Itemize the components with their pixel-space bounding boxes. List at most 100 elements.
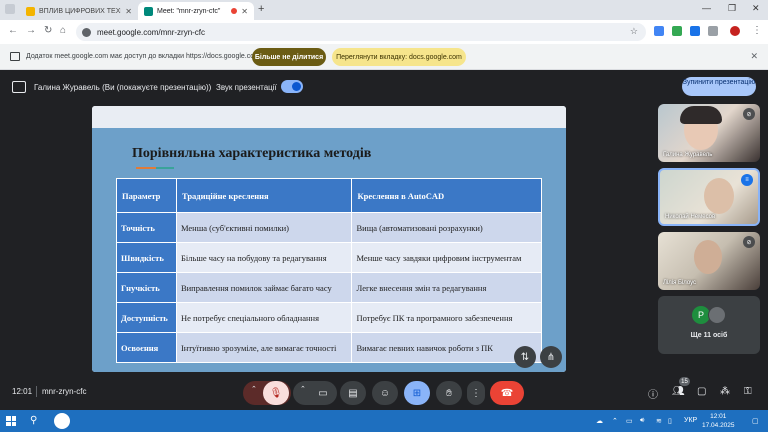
leave-call-button[interactable]: ☎︎ [490,381,524,405]
camera-icon: ▭ [318,387,328,399]
participant-tile[interactable]: ≡ Николай Немесов [658,168,760,226]
slides-icon [26,6,35,16]
translate-icon[interactable] [654,26,664,36]
table-header-row: Параметр Традиційне креслення Креслення … [116,178,542,213]
back-icon[interactable]: ← [8,25,18,36]
close-tab-icon[interactable]: ✕ [125,7,132,16]
tab-list-icon[interactable] [5,4,15,14]
network-icon[interactable]: ▭ [626,417,633,425]
table-row: Швидкість Більше часу на побудову та ред… [116,242,542,273]
video-options-chevron-icon[interactable]: ⌃ [300,385,306,393]
mic-toggle-button[interactable]: 🎙︎ [263,381,289,405]
audio-options-chevron-icon[interactable]: ⌃ [251,385,257,393]
chrome-icon[interactable] [54,413,70,429]
volume-icon[interactable]: 🔊︎ [640,417,644,425]
table-cell: Менше часу завдяки цифровим інструментам [351,242,542,273]
address-bar[interactable]: meet.google.com/mnr-zryn-cfc ☆ [76,23,646,41]
present-button[interactable]: ⊞ [404,381,430,405]
minimize-button[interactable]: — [702,3,711,13]
present-screen-icon [12,81,26,93]
cloud-icon[interactable]: ☁ [596,417,603,425]
more-participants-label: Ще 11 осіб [690,332,728,339]
share-tab-icon [10,52,20,61]
meet-icon [144,6,153,16]
participant-avatar [708,306,726,324]
close-tab-icon[interactable]: ✕ [241,7,248,16]
captions-icon: ▤ [348,387,358,399]
home-icon[interactable]: ⌂ [60,25,66,36]
stop-presenting-button[interactable]: Зупинити презентацію [682,77,756,96]
restore-button[interactable]: ❐ [728,3,736,14]
taskbar-clock[interactable]: 12:01 17.04.2025 [702,412,735,430]
meeting-info-icon[interactable]: ⓘ [648,386,658,401]
table-row: Освоєння Інтуїтивно зрозуміле, але вимаг… [116,332,542,363]
menu-dots-icon[interactable]: ⋮ [752,25,762,36]
notifications-icon[interactable]: ▢ [752,417,759,425]
bookmark-star-icon[interactable]: ☆ [630,26,638,37]
share-icon[interactable]: ⋔ [540,346,562,368]
tab-vplyv[interactable]: ВПЛИВ ЦИФРОВИХ ТЕХНОЛ ✕ [20,2,138,20]
hang-up-icon: ☎︎ [500,387,514,399]
stop-sharing-button[interactable]: Більше не ділитися [252,48,326,66]
host-controls-icon[interactable]: ⚿ [744,386,752,397]
table-row: Точність Менша (суб'єктивні помилки) Вищ… [116,212,542,243]
participant-video [694,240,722,274]
divider [36,386,37,397]
more-vert-icon: ⋮ [471,387,481,399]
shared-slide: Порівняльна характеристика методів Парам… [92,106,566,372]
table-cell: Вища (автоматизовані розрахунки) [351,212,542,243]
participant-tile[interactable]: ⊘ Лілія Білоус [658,232,760,290]
tab-title: Meet: "mnr-zryn-cfc" [157,7,221,15]
close-infobar-icon[interactable]: ✕ [750,51,758,62]
title-underline [156,167,174,169]
more-participants-tile[interactable]: P Ще 11 осіб [658,296,760,354]
table-cell: Гнучкість [116,272,177,303]
camera-toggle-button[interactable]: ▭ [311,381,335,405]
captions-button[interactable]: ▤ [340,381,366,405]
presentation-sound-label: Звук презентації [216,83,277,92]
profile-avatar[interactable] [730,26,740,36]
participant-tile[interactable]: ⊘ Галина Журавель [658,104,760,162]
present-screen-icon: ⊞ [412,387,422,399]
people-icon[interactable]: 👥︎ [672,386,685,397]
taskbar-date: 17.04.2025 [702,422,735,429]
emoji-button[interactable]: ☺ [372,381,398,405]
meeting-clock: 12:01 [12,387,33,396]
tab-meet[interactable]: Meet: "mnr-zryn-cfc" ✕ [138,2,254,20]
meet-control-bar: 12:01 mnr-zryn-cfc ⌃ 🎙︎ ⌃ ▭ ▤ ☺ ⊞ ✋︎ ⋮ ☎… [0,376,768,410]
close-window-button[interactable]: ✕ [752,3,760,14]
activities-icon[interactable]: ⁂ [720,386,730,397]
extension-icon[interactable] [690,26,700,36]
unpin-icon[interactable]: ⇅ [514,346,536,368]
tray-chevron-icon[interactable]: ⌃ [612,417,618,425]
participant-name: Галина Журавель [663,152,713,158]
table-row: Гнучкість Виправлення помилок займає баг… [116,272,542,303]
search-icon[interactable]: ⚲ [30,415,37,426]
table-cell: Освоєння [116,332,177,363]
more-options-button[interactable]: ⋮ [467,381,485,405]
table-row: Доступність Не потребує спеціального обл… [116,302,542,333]
forward-icon[interactable]: → [26,25,36,36]
windows-start-icon[interactable] [6,416,16,426]
chat-icon[interactable]: ▢ [697,386,706,397]
switch-tab-button[interactable]: Переглянути вкладку: docs.google.com [332,48,466,66]
reload-icon[interactable]: ↻ [44,25,52,36]
participant-video [704,178,734,214]
browser-tab-strip: ВПЛИВ ЦИФРОВИХ ТЕХНОЛ ✕ Meet: "mnr-zryn-… [0,0,768,20]
puzzle-icon[interactable] [708,26,718,36]
slide-title: Порівняльна характеристика методів [132,146,372,161]
presentation-sound-toggle[interactable] [281,80,303,93]
infobar-message: Додаток meet.google.com має доступ до вк… [26,53,260,60]
sharing-infobar: Додаток meet.google.com має доступ до вк… [0,44,768,70]
new-tab-button[interactable]: + [258,3,264,15]
language-indicator[interactable]: УКР [684,417,697,424]
participant-count-badge: 15 [679,377,690,386]
extension-icon[interactable] [672,26,682,36]
site-info-icon[interactable] [82,27,91,37]
wifi-icon[interactable]: ≋ [656,417,662,425]
raise-hand-button[interactable]: ✋︎ [436,381,462,405]
table-cell: Потребує ПК та програмного забезпечення [351,302,542,333]
table-cell: Легке внесення змін та редагування [351,272,542,303]
speaking-icon: ≡ [741,174,753,186]
battery-icon[interactable]: ▯ [668,417,672,425]
